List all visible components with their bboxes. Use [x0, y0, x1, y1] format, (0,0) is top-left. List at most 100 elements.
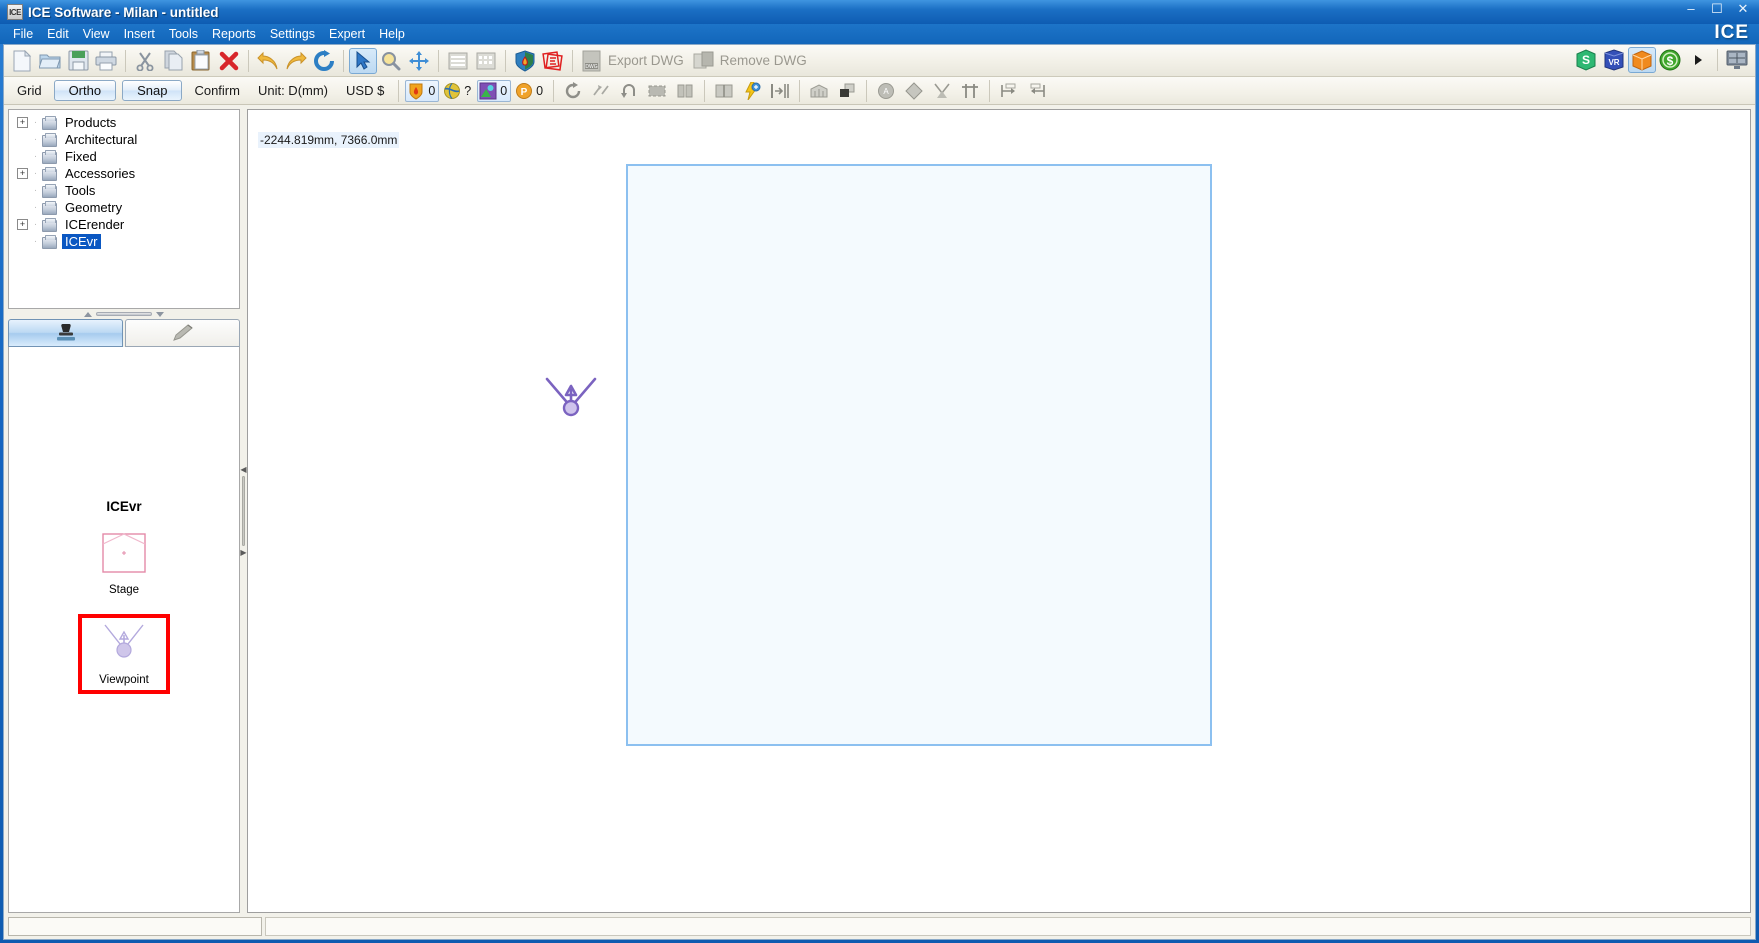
price-button[interactable]: $ [1656, 47, 1684, 73]
undo-button[interactable] [254, 48, 282, 74]
open-file-button[interactable] [36, 48, 64, 74]
print-button[interactable] [92, 48, 120, 74]
splitter-grip[interactable] [242, 476, 245, 546]
select-tool-button[interactable] [349, 47, 377, 74]
category-tree[interactable]: + · Products · Architectural · Fixed + ·… [8, 109, 240, 309]
align-vertical-button[interactable] [671, 78, 699, 104]
red-stamp-button[interactable] [539, 48, 567, 74]
align-horizontal-button[interactable] [643, 78, 671, 104]
save-button[interactable] [64, 48, 92, 74]
shield-flame-button[interactable] [511, 48, 539, 74]
undo-arc-button[interactable] [615, 78, 643, 104]
menu-file[interactable]: File [6, 25, 40, 43]
menu-settings[interactable]: Settings [263, 25, 322, 43]
rotate-button[interactable] [559, 78, 587, 104]
dim-right-button[interactable] [1023, 78, 1051, 104]
expander-icon[interactable]: + [17, 168, 28, 179]
menu-help[interactable]: Help [372, 25, 412, 43]
new-file-button[interactable] [8, 48, 36, 74]
remove-dwg-label[interactable]: Remove DWG [718, 53, 813, 68]
tree-item-icerender[interactable]: + · ICErender [11, 216, 237, 233]
library-item-stage[interactable]: Stage [78, 524, 170, 604]
delete-button[interactable] [215, 48, 243, 74]
mirror-button[interactable] [587, 78, 615, 104]
refresh-button[interactable] [310, 48, 338, 74]
viewpoint-marker[interactable] [543, 375, 599, 419]
snap-toggle[interactable]: Snap [122, 80, 183, 101]
plot-boundary[interactable] [626, 164, 1212, 746]
tree-item-architectural[interactable]: · Architectural [11, 131, 237, 148]
tree-resize-handle[interactable] [8, 309, 240, 319]
render-box-button[interactable] [1628, 47, 1656, 73]
export-dwg-button[interactable]: DWG [578, 48, 606, 74]
confirm-button[interactable]: Confirm [185, 83, 249, 98]
menu-tools[interactable]: Tools [162, 25, 205, 43]
tab-pencil[interactable] [125, 319, 240, 347]
splitter-collapse-left-icon[interactable]: ◀ [240, 466, 246, 474]
tree-item-products[interactable]: + · Products [11, 114, 237, 131]
svg-text:$: $ [1667, 54, 1674, 68]
scroll-up-icon[interactable] [84, 311, 92, 317]
vr-button[interactable]: VR [1600, 47, 1628, 73]
panel-splitter[interactable]: ◀ ▶ [240, 109, 247, 913]
lightning-button[interactable] [738, 78, 766, 104]
extrude-button[interactable] [833, 78, 861, 104]
tree-item-icevr[interactable]: · ICEvr [11, 233, 237, 250]
fence-button[interactable] [956, 78, 984, 104]
tree-item-geometry[interactable]: · Geometry [11, 199, 237, 216]
library-item-viewpoint[interactable]: Viewpoint [78, 614, 170, 694]
paste-button[interactable] [187, 48, 215, 74]
remove-dwg-button[interactable] [690, 48, 718, 74]
book-button[interactable] [710, 78, 738, 104]
monitor-button[interactable] [1723, 47, 1751, 73]
maximize-button[interactable]: ☐ [1709, 2, 1725, 16]
layer-badge[interactable]: 0 [477, 79, 512, 102]
parking-badge-value: 0 [536, 83, 544, 98]
grid-toggle[interactable]: Grid [8, 83, 51, 98]
drawing-canvas[interactable]: -2244.819mm, 7366.0mm [247, 109, 1751, 913]
cone-button[interactable] [928, 78, 956, 104]
copy-button[interactable] [159, 48, 187, 74]
scroll-down-icon[interactable] [156, 311, 164, 317]
distribute-button[interactable] [766, 78, 794, 104]
sketchup-button[interactable]: S [1572, 47, 1600, 73]
pan-tool-button[interactable] [405, 48, 433, 74]
menu-reports[interactable]: Reports [205, 25, 263, 43]
menu-edit[interactable]: Edit [40, 25, 76, 43]
resize-grip[interactable] [96, 312, 152, 316]
zoom-tool-button[interactable] [377, 48, 405, 74]
menu-expert[interactable]: Expert [322, 25, 372, 43]
tree-item-accessories[interactable]: + · Accessories [11, 165, 237, 182]
menu-view[interactable]: View [76, 25, 117, 43]
library-panel[interactable]: ICEvr Stage Viewpoint [8, 347, 240, 913]
tree-item-fixed[interactable]: · Fixed [11, 148, 237, 165]
unit-label[interactable]: Unit: D(mm) [249, 83, 337, 98]
splitter-collapse-right-icon[interactable]: ▶ [240, 549, 246, 557]
dim-left-button[interactable] [995, 78, 1023, 104]
tree-item-tools[interactable]: · Tools [11, 182, 237, 199]
grid-view-button[interactable] [472, 48, 500, 74]
export-dwg-label[interactable]: Export DWG [606, 53, 690, 68]
expander-icon[interactable]: + [17, 219, 28, 230]
more-arrow-button[interactable] [1684, 47, 1712, 73]
tree-connector: · [33, 134, 38, 145]
minimize-button[interactable]: – [1683, 2, 1699, 16]
fire-badge[interactable]: 0 [405, 79, 440, 102]
ortho-toggle[interactable]: Ortho [53, 80, 117, 101]
close-button[interactable]: ✕ [1735, 2, 1751, 16]
library-item-label: Viewpoint [99, 674, 149, 686]
diamond-button[interactable] [900, 78, 928, 104]
currency-label[interactable]: USD $ [337, 83, 393, 98]
menu-insert[interactable]: Insert [117, 25, 162, 43]
delete-x-icon [219, 51, 239, 70]
stairs-button[interactable] [805, 78, 833, 104]
status-right-cell [265, 917, 1751, 936]
area-button[interactable]: A [872, 78, 900, 104]
tab-stamp[interactable] [8, 319, 123, 347]
globe-badge[interactable]: ? [441, 80, 475, 102]
list-view-button[interactable] [444, 48, 472, 74]
expander-icon[interactable]: + [17, 117, 28, 128]
cut-button[interactable] [131, 48, 159, 74]
parking-badge[interactable]: P 0 [513, 80, 547, 102]
redo-button[interactable] [282, 48, 310, 74]
